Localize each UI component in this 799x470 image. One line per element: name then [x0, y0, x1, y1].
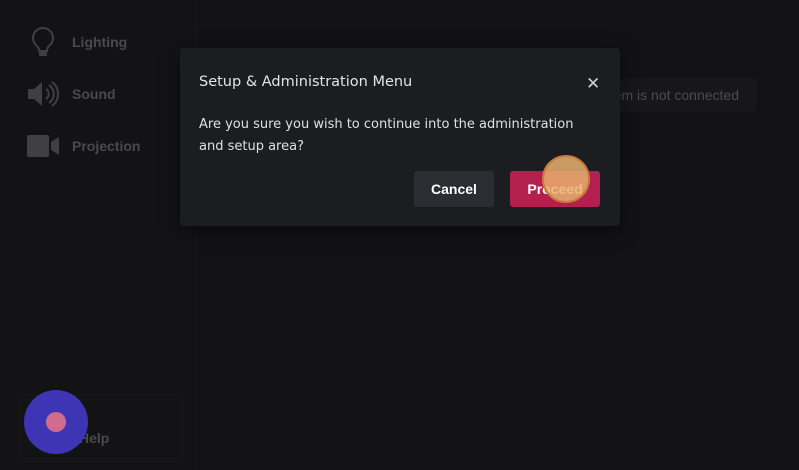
- sidebar-item-label: Lighting: [72, 34, 128, 50]
- lightbulb-icon: [26, 26, 60, 58]
- cancel-button[interactable]: Cancel: [414, 171, 494, 207]
- sidebar-item-lighting[interactable]: Lighting: [26, 26, 127, 58]
- cursor-highlight: [542, 155, 590, 203]
- record-dot-icon: [46, 412, 66, 432]
- sidebar-item-sound[interactable]: Sound: [26, 78, 116, 110]
- speaker-icon: [26, 78, 60, 110]
- dialog-message: Are you sure you wish to continue into t…: [199, 117, 574, 154]
- sidebar: Lighting Sound Projection Help: [0, 0, 197, 470]
- sidebar-item-projection[interactable]: Projection: [26, 130, 140, 162]
- sidebar-item-label: Projection: [72, 138, 141, 154]
- video-camera-icon: [26, 130, 60, 162]
- record-button[interactable]: [24, 390, 88, 454]
- dialog-title: Setup & Administration Menu: [199, 74, 413, 90]
- sidebar-item-label: Sound: [72, 86, 116, 102]
- close-icon[interactable]: ✕: [586, 74, 600, 94]
